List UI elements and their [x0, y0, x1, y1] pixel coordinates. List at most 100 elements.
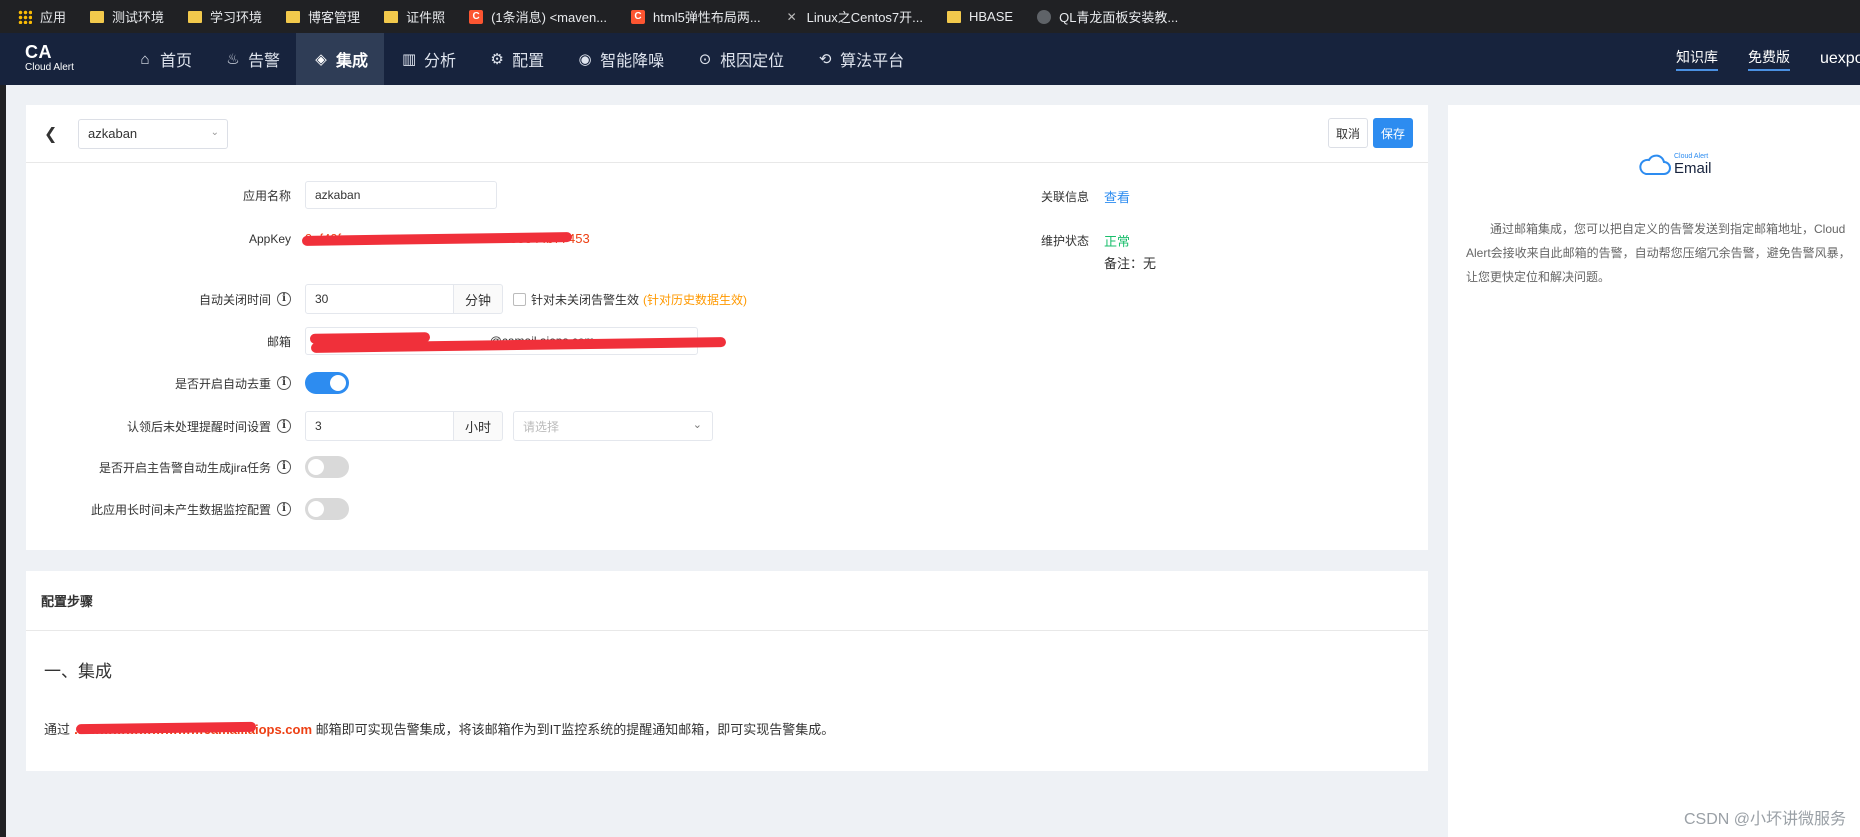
logo[interactable]: CA Cloud Alert [0, 33, 110, 85]
steps-heading: 一、集成 [44, 662, 112, 681]
apps-icon [18, 9, 32, 24]
jira-toggle[interactable] [305, 456, 349, 478]
folder-icon [286, 10, 301, 23]
form-toolbar: ❮ azkaban ⌄ 取消 保存 [26, 105, 1428, 163]
side-description: 通过邮箱集成，您可以把自定义的告警发送到指定邮箱地址，Cloud Alert会接… [1466, 222, 1851, 284]
toggle-knob [308, 459, 324, 475]
maint-status-value: 正常 [1104, 234, 1131, 249]
row-auto-close: 自动关闭时间 i 30 分钟 针对未关闭告警生效 (针对历史数据生效) [26, 284, 747, 314]
nav-integration[interactable]: ◈ 集成 [296, 33, 385, 85]
bookmark-html5[interactable]: Chtml5弹性布局两... [631, 7, 761, 26]
bookmark-qinglong[interactable]: QL青龙面板安装教... [1037, 7, 1178, 26]
nav-home[interactable]: ⌂ 首页 [120, 33, 208, 85]
logo-title: CA [25, 42, 52, 62]
auto-close-label: 自动关闭时间 [198, 292, 271, 307]
appkey-label: AppKey [248, 231, 291, 246]
maint-status-label: 维护状态 [1040, 234, 1089, 248]
bookmark-apps[interactable]: 应用 [18, 7, 66, 26]
watermark: CSDN @小坏讲微服务 [1683, 811, 1846, 828]
info-icon[interactable]: i [277, 502, 291, 516]
info-icon[interactable]: i [277, 419, 291, 433]
chevron-down-icon: ⌄ [210, 126, 219, 138]
info-icon[interactable]: i [277, 292, 291, 306]
chevron-down-icon: ⌄ [692, 419, 702, 431]
logo-subtitle: Cloud Alert [25, 62, 74, 73]
info-icon[interactable]: i [277, 460, 291, 474]
knowledge-base-link[interactable]: 知识库 [1676, 47, 1718, 71]
layers-icon: ◈ [315, 51, 327, 68]
window-edge [0, 85, 6, 837]
user-menu[interactable]: uexpo [1820, 50, 1860, 68]
row-nodata: 此应用长时间未产生数据监控配置 i [26, 498, 349, 520]
row-app-name: 应用名称 azkaban [26, 181, 497, 209]
auto-close-unit: 分钟 [454, 284, 503, 314]
header-right: 知识库 免费版 uexpo [1676, 33, 1860, 85]
nav-config[interactable]: ⚙ 配置 [472, 33, 560, 85]
nav-algorithm[interactable]: ⟲ 算法平台 [800, 33, 920, 85]
related-info-label: 关联信息 [1040, 190, 1089, 204]
nodata-label: 此应用长时间未产生数据监控配置 [90, 502, 271, 517]
nav-analysis[interactable]: ▥ 分析 [384, 33, 472, 85]
email-label: 邮箱 [266, 334, 291, 349]
auto-close-checkbox[interactable] [513, 292, 526, 306]
dedup-label: 是否开启自动去重 [174, 376, 271, 391]
linux-icon: ✕ [786, 9, 797, 24]
back-arrow-icon[interactable]: ❮ [44, 124, 66, 144]
alarm-icon: ♨ [226, 51, 240, 68]
nav-noise-reduction[interactable]: ◉ 智能降噪 [560, 33, 680, 85]
row-jira: 是否开启主告警自动生成jira任务 i [26, 456, 349, 478]
csdn-icon: C [631, 9, 646, 24]
bar-chart-icon: ▥ [401, 51, 417, 68]
cloud-icon [1639, 154, 1671, 175]
app-name-label: 应用名称 [242, 188, 291, 203]
config-steps-card: 配置步骤 一、集成 通过 …………………………camail.aiops.com … [26, 571, 1428, 771]
cancel-button[interactable]: 取消 [1328, 118, 1368, 148]
toggle-knob [330, 375, 346, 391]
remind-label: 认领后未处理提醒时间设置 [126, 419, 271, 434]
folder-icon [90, 10, 105, 23]
maint-note: 备注：无 [1104, 256, 1157, 271]
remind-select[interactable]: 请选择 ⌄ [513, 411, 713, 441]
bookmark-id-photo[interactable]: 证件照 [384, 7, 445, 26]
app-select-value: azkaban [88, 126, 138, 141]
bookmark-test-env[interactable]: 测试环境 [90, 7, 164, 26]
bookmark-maven[interactable]: C (1条消息) <maven... [469, 7, 607, 26]
row-related-info: 关联信息 查看 [1011, 187, 1130, 206]
dedup-toggle[interactable] [305, 372, 349, 394]
algorithm-icon: ⟲ [818, 51, 832, 68]
remind-input[interactable]: 3 [305, 411, 454, 441]
nav-alarm[interactable]: ♨ 告警 [208, 33, 296, 85]
noise-icon: ◉ [578, 51, 592, 68]
save-button[interactable]: 保存 [1373, 118, 1413, 148]
logo-big-text: Email [1674, 160, 1712, 177]
row-maint-note: 备注：无 [1104, 253, 1156, 272]
nav-root-cause[interactable]: ⊙ 根因定位 [680, 33, 800, 85]
nodata-toggle[interactable] [305, 498, 349, 520]
bookmarks-bar: 应用 测试环境 学习环境 博客管理 证件照 C (1条消息) <maven... … [0, 0, 1860, 33]
info-icon[interactable]: i [277, 376, 291, 390]
steps-title: 配置步骤 [26, 571, 1428, 631]
bookmark-hbase[interactable]: HBASE [947, 9, 1013, 24]
free-version-link[interactable]: 免费版 [1748, 47, 1790, 71]
bookmark-linux[interactable]: ✕ Linux之Centos7开... [785, 7, 923, 26]
folder-icon [947, 10, 961, 23]
folder-icon [188, 10, 203, 23]
app-select[interactable]: azkaban ⌄ [78, 118, 228, 149]
app-name-input[interactable]: azkaban [305, 181, 497, 209]
home-icon: ⌂ [140, 50, 150, 68]
integration-form-card: ❮ azkaban ⌄ 取消 保存 应用名称 azkaban 关联信息 查看 A… [26, 105, 1428, 550]
folder-icon [384, 10, 399, 23]
side-info-card: Cloud Alert Email 通过邮箱集成，您可以把自定义的告警发送到指定… [1448, 105, 1860, 837]
bookmark-blog-admin[interactable]: 博客管理 [286, 7, 360, 26]
jira-label: 是否开启主告警自动生成jira任务 [98, 460, 271, 475]
auto-close-hint: (针对历史数据生效) [643, 292, 748, 307]
globe-icon [1037, 9, 1052, 24]
bookmark-study-env[interactable]: 学习环境 [188, 7, 262, 26]
row-remind: 认领后未处理提醒时间设置 i 3 小时 请选择 ⌄ [26, 411, 713, 441]
related-info-link[interactable]: 查看 [1104, 187, 1130, 206]
auto-close-input[interactable]: 30 [305, 284, 454, 314]
row-maint-status: 维护状态 正常 [1011, 231, 1130, 250]
target-icon: ⊙ [698, 51, 712, 68]
email-logo: Cloud Alert Email [1638, 153, 1712, 177]
main-nav: ⌂ 首页 ♨ 告警 ◈ 集成 ▥ 分析 ⚙ 配置 ◉ 智能降噪 ⊙ 根因定位 ⟲ 算法平台 [120, 33, 920, 85]
